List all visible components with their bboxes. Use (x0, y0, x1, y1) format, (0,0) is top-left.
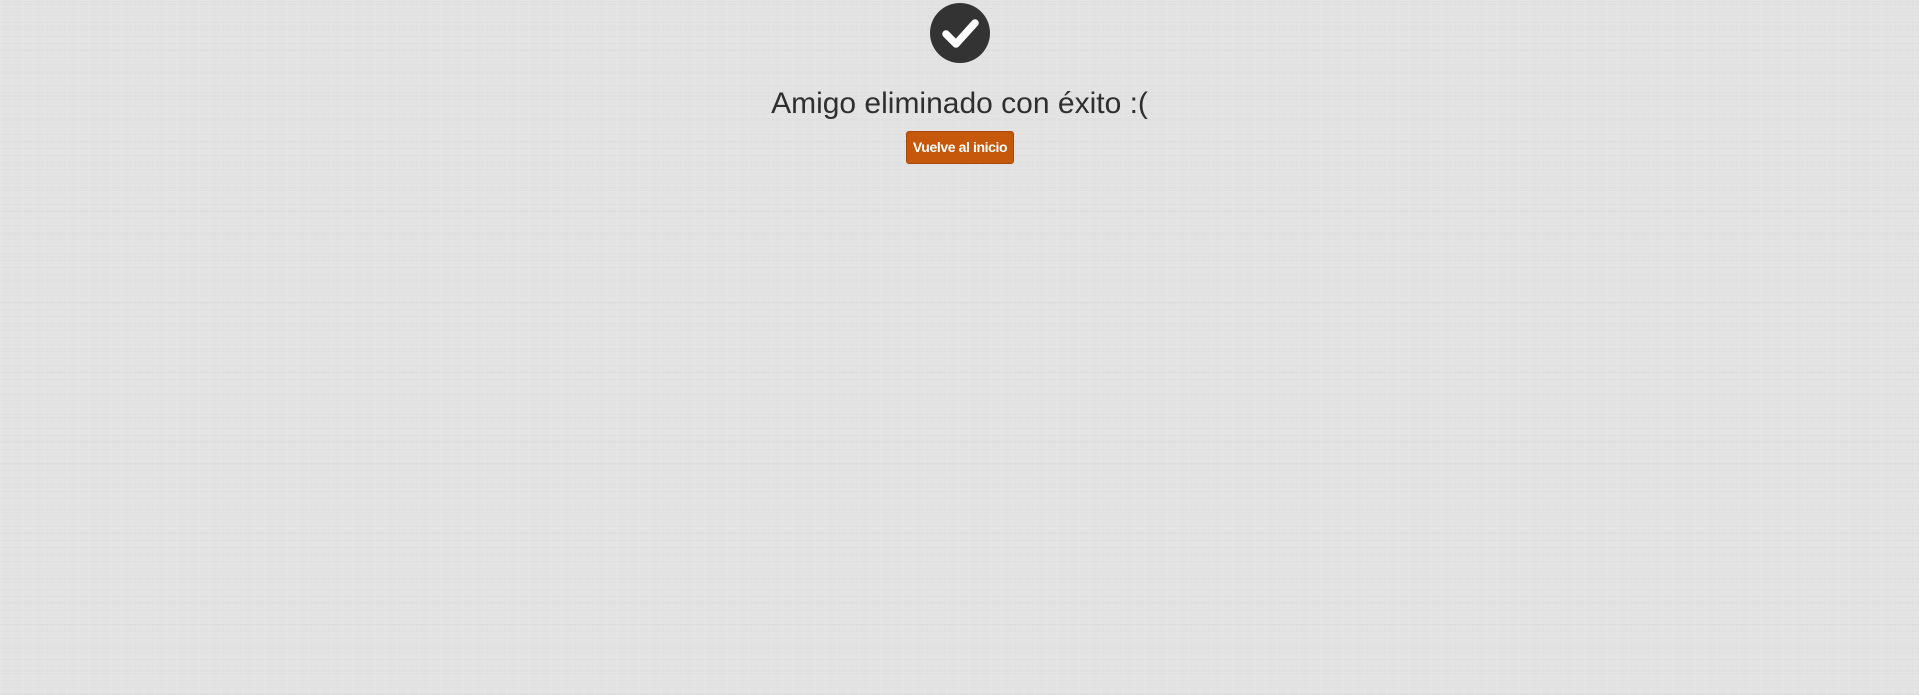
home-button[interactable]: Vuelve al inicio (906, 131, 1014, 164)
success-message: Amigo eliminado con éxito :( (771, 87, 1148, 120)
success-page: Amigo eliminado con éxito :( Vuelve al i… (0, 0, 1919, 695)
check-circle-icon (930, 3, 990, 63)
